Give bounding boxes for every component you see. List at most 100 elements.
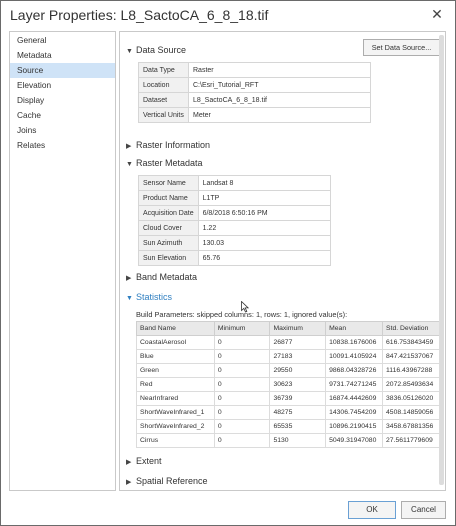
extent-title: Extent bbox=[136, 456, 162, 466]
statistics-table: Band Name Minimum Maximum Mean Std. Devi… bbox=[136, 321, 441, 448]
table-cell: 16874.4442609 bbox=[325, 391, 384, 406]
table-cell: NearInfrared bbox=[136, 391, 215, 406]
table-cell: 14306.7454209 bbox=[325, 405, 384, 420]
table-cell: ShortWaveInfrared_1 bbox=[136, 405, 215, 420]
layer-properties-dialog: Layer Properties: L8_SactoCA_6_8_18.tif … bbox=[0, 0, 456, 526]
column-header[interactable]: Mean bbox=[325, 321, 384, 336]
raster-metadata-header[interactable]: ▼ Raster Metadata bbox=[126, 158, 203, 168]
chevron-down-icon: ▼ bbox=[126, 295, 133, 302]
row-key: Vertical Units bbox=[138, 107, 189, 123]
row-key: Sun Azimuth bbox=[138, 235, 199, 251]
table-cell: 9731.74271245 bbox=[325, 377, 384, 392]
table-cell: 10091.4105924 bbox=[325, 349, 384, 364]
nav-item-relates[interactable]: Relates bbox=[10, 138, 115, 153]
row-key: Sun Elevation bbox=[138, 250, 199, 266]
scrollbar-thumb[interactable] bbox=[439, 35, 444, 485]
table-cell: ShortWaveInfrared_2 bbox=[136, 419, 215, 434]
data-source-title: Data Source bbox=[136, 45, 187, 55]
table-row: Cloud Cover 1.22 bbox=[138, 220, 332, 236]
chevron-right-icon: ▶ bbox=[126, 275, 132, 282]
table-row: NearInfrared 0 36739 16874.4442609 3836.… bbox=[136, 391, 441, 406]
table-cell: 48275 bbox=[269, 405, 327, 420]
row-key: Dataset bbox=[138, 92, 189, 108]
row-key: Location bbox=[138, 77, 189, 93]
nav-item-joins[interactable]: Joins bbox=[10, 123, 115, 138]
table-cell: 5130 bbox=[269, 433, 327, 448]
chevron-right-icon: ▶ bbox=[126, 459, 132, 466]
extent-header[interactable]: ▶ Extent bbox=[126, 456, 162, 466]
table-cell: 0 bbox=[213, 363, 271, 378]
column-header[interactable]: Std. Deviation bbox=[382, 321, 441, 336]
table-cell: Blue bbox=[136, 349, 215, 364]
table-row: Vertical Units Meter bbox=[138, 107, 371, 123]
table-cell: 27183 bbox=[269, 349, 327, 364]
table-cell: 2072.85493634 bbox=[382, 377, 441, 392]
set-data-source-button[interactable]: Set Data Source... bbox=[363, 39, 440, 56]
cancel-button[interactable]: Cancel bbox=[401, 501, 446, 519]
table-cell: Red bbox=[136, 377, 215, 392]
table-row: ShortWaveInfrared_1 0 48275 14306.745420… bbox=[136, 405, 441, 420]
row-key: Product Name bbox=[138, 190, 199, 206]
table-row: Sun Azimuth 130.03 bbox=[138, 235, 332, 251]
table-header-row: Band Name Minimum Maximum Mean Std. Devi… bbox=[136, 321, 441, 336]
row-value: 130.03 bbox=[197, 235, 332, 251]
table-cell: 29550 bbox=[269, 363, 327, 378]
table-cell: 30623 bbox=[269, 377, 327, 392]
raster-information-header[interactable]: ▶ Raster Information bbox=[126, 140, 210, 150]
row-key: Sensor Name bbox=[138, 175, 199, 191]
nav-item-source[interactable]: Source bbox=[10, 63, 115, 78]
column-header[interactable]: Band Name bbox=[136, 321, 215, 336]
column-header[interactable]: Minimum bbox=[213, 321, 271, 336]
nav-item-metadata[interactable]: Metadata bbox=[10, 48, 115, 63]
table-cell: 9868.04328726 bbox=[325, 363, 384, 378]
table-row: Acquisition Date 6/8/2018 6:50:16 PM bbox=[138, 205, 332, 221]
nav-item-cache[interactable]: Cache bbox=[10, 108, 115, 123]
table-cell: 0 bbox=[213, 391, 271, 406]
row-value: 1.22 bbox=[197, 220, 332, 236]
table-row: ShortWaveInfrared_2 0 65535 10896.219041… bbox=[136, 419, 441, 434]
statistics-header[interactable]: ▼ Statistics bbox=[126, 292, 172, 302]
table-row: Red 0 30623 9731.74271245 2072.85493634 bbox=[136, 377, 441, 392]
column-header[interactable]: Maximum bbox=[269, 321, 327, 336]
table-cell: 10838.1676006 bbox=[325, 335, 384, 350]
table-cell: 65535 bbox=[269, 419, 327, 434]
row-value: Meter bbox=[188, 107, 371, 123]
band-metadata-header[interactable]: ▶ Band Metadata bbox=[126, 272, 197, 282]
table-cell: 0 bbox=[213, 377, 271, 392]
close-icon[interactable]: ✕ bbox=[429, 6, 445, 22]
row-value: 65.76 bbox=[197, 250, 332, 266]
row-value: C:\Esri_Tutorial_RFT bbox=[188, 77, 371, 93]
spatial-reference-title: Spatial Reference bbox=[136, 476, 208, 486]
table-row: Green 0 29550 9868.04328726 1116.4396728… bbox=[136, 363, 441, 378]
table-cell: 0 bbox=[213, 405, 271, 420]
raster-metadata-table: Sensor Name Landsat 8 Product Name L1TP Ac… bbox=[138, 175, 332, 266]
row-value: Raster bbox=[188, 62, 371, 78]
data-source-table: Data Type Raster Location C:\Esri_Tutorial… bbox=[138, 62, 371, 123]
table-row: CoastalAerosol 0 26877 10838.1676006 616… bbox=[136, 335, 441, 350]
dialog-title: Layer Properties: L8_SactoCA_6_8_18.tif bbox=[10, 7, 269, 23]
table-cell: Cirrus bbox=[136, 433, 215, 448]
spatial-reference-header[interactable]: ▶ Spatial Reference bbox=[126, 476, 208, 486]
table-cell: 5049.31947080 bbox=[325, 433, 384, 448]
nav-item-general[interactable]: General bbox=[10, 33, 115, 48]
table-cell: 616.753843459 bbox=[382, 335, 441, 350]
vertical-scrollbar[interactable] bbox=[439, 33, 444, 489]
table-row: Cirrus 0 5130 5049.31947080 27.561177960… bbox=[136, 433, 441, 448]
row-key: Acquisition Date bbox=[138, 205, 199, 221]
table-row: Data Type Raster bbox=[138, 62, 371, 78]
table-cell: 4508.14859056 bbox=[382, 405, 441, 420]
raster-information-title: Raster Information bbox=[136, 140, 211, 150]
table-cell: 0 bbox=[213, 419, 271, 434]
source-panel: ▼ Data Source Set Data Source... Data Typ… bbox=[119, 31, 446, 491]
table-cell: 27.5611779609 bbox=[382, 433, 441, 448]
nav-item-display[interactable]: Display bbox=[10, 93, 115, 108]
table-cell: CoastalAerosol bbox=[136, 335, 215, 350]
ok-button[interactable]: OK bbox=[348, 501, 396, 519]
data-source-header[interactable]: ▼ Data Source bbox=[126, 45, 186, 55]
nav-item-elevation[interactable]: Elevation bbox=[10, 78, 115, 93]
table-row: Sensor Name Landsat 8 bbox=[138, 175, 332, 191]
table-row: Product Name L1TP bbox=[138, 190, 332, 206]
table-cell: 36739 bbox=[269, 391, 327, 406]
table-cell: Green bbox=[136, 363, 215, 378]
raster-metadata-title: Raster Metadata bbox=[136, 158, 203, 168]
